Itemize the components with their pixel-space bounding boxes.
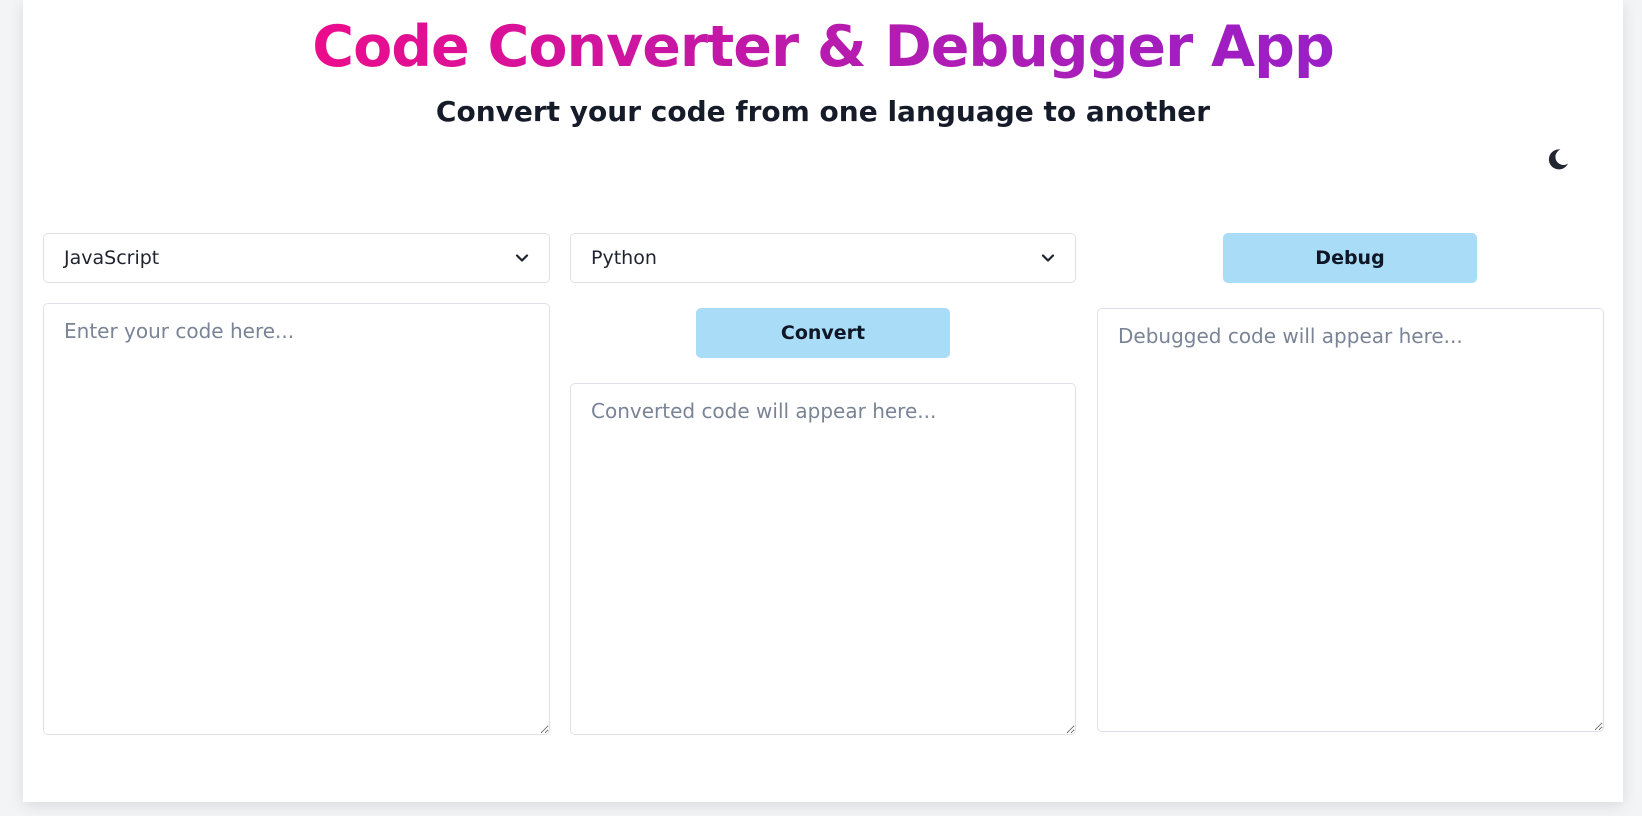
chevron-down-icon xyxy=(515,254,529,262)
source-language-select[interactable]: JavaScript xyxy=(43,233,550,283)
source-language-value: JavaScript xyxy=(64,247,160,269)
moon-icon xyxy=(1548,149,1568,170)
debug-button[interactable]: Debug xyxy=(1223,233,1477,283)
convert-button[interactable]: Convert xyxy=(696,308,950,358)
page-subtitle: Convert your code from one language to a… xyxy=(435,95,1211,128)
theme-toggle-button[interactable] xyxy=(1543,144,1573,174)
chevron-down-icon xyxy=(1041,254,1055,262)
target-language-value: Python xyxy=(591,247,657,269)
debugged-code-output[interactable] xyxy=(1097,308,1604,732)
app-card: Code Converter & Debugger App Convert yo… xyxy=(23,0,1623,802)
target-language-select[interactable]: Python xyxy=(570,233,1076,283)
page-title-text: Code Converter & Debugger App xyxy=(312,14,1334,80)
converted-code-output[interactable] xyxy=(570,383,1076,735)
code-input[interactable] xyxy=(43,303,550,735)
page-title: Code Converter & Debugger App xyxy=(23,10,1623,84)
